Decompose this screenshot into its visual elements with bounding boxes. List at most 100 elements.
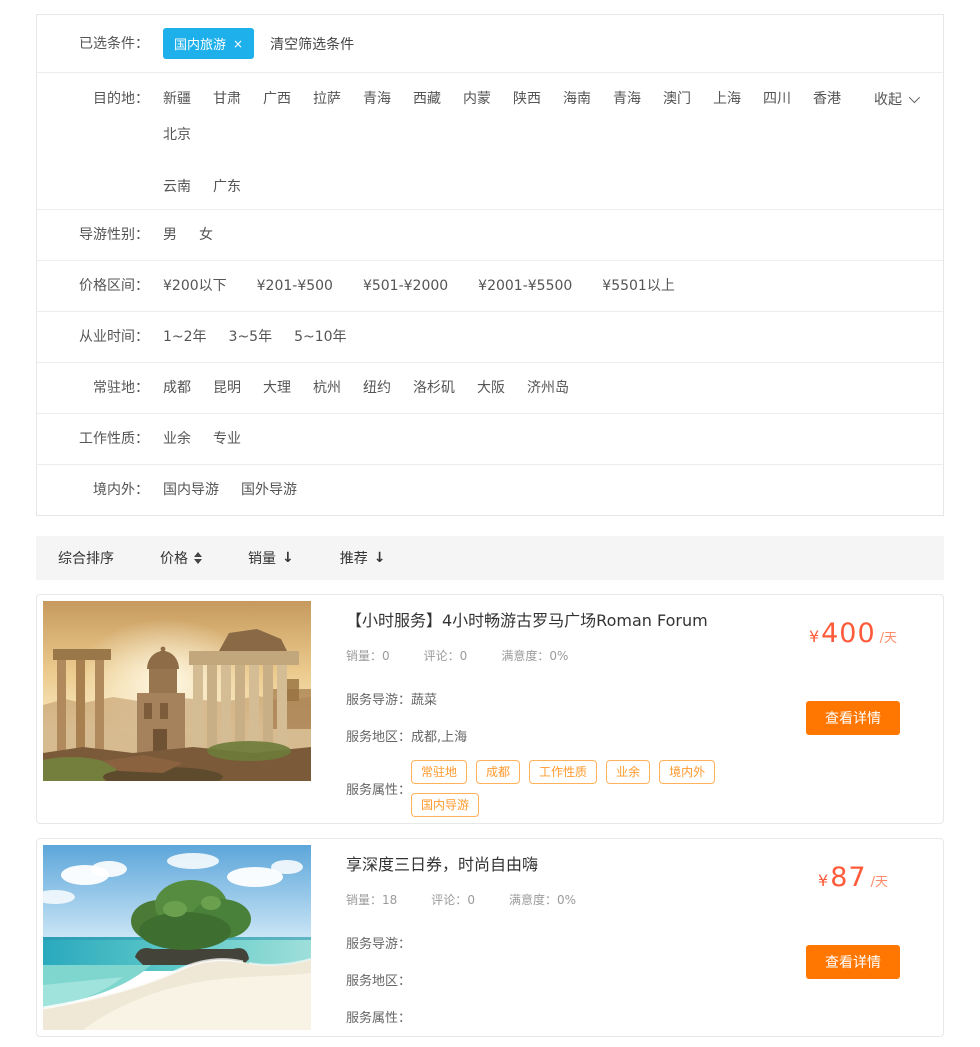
filter-row-destination: 目的地： 新疆 甘肃 广西 拉萨 青海 西藏 内蒙 陕西 海南 青海 澳门 上海… — [37, 73, 943, 210]
destination-option[interactable]: 西藏 — [413, 89, 441, 109]
remove-tag-icon[interactable]: × — [233, 38, 243, 50]
service-card: 【小时服务】4小时畅游古罗马广场Roman Forum 销量：0 评论：0 满意… — [36, 594, 944, 824]
scope-option[interactable]: 国外导游 — [241, 480, 297, 500]
filter-panel: 已选条件： 国内旅游 × 清空筛选条件 目的地： 新疆 甘肃 广西 拉萨 青海 … — [36, 14, 944, 516]
card-content: 享深度三日券，时尚自由嗨 销量：18 评论：0 满意度：0% 服务导游： 服务地… — [346, 845, 769, 1030]
nature-option[interactable]: 专业 — [213, 429, 241, 449]
destination-option[interactable]: 广东 — [213, 177, 241, 197]
price-value: 87 — [830, 862, 866, 893]
service-attrs-row: 服务属性： — [346, 1004, 769, 1028]
residence-option[interactable]: 大阪 — [477, 378, 505, 398]
attribute-tag: 工作性质 — [529, 760, 597, 784]
filter-row-residence: 常驻地： 成都 昆明 大理 杭州 纽约 洛杉矶 大阪 济州岛 — [37, 363, 943, 414]
price-option[interactable]: ¥201-¥500 — [257, 276, 333, 296]
destination-option[interactable]: 青海 — [363, 89, 391, 109]
service-guide-row: 服务导游： 蔬菜 — [346, 686, 769, 710]
destination-option[interactable]: 甘肃 — [213, 89, 241, 109]
destination-option[interactable]: 青海 — [613, 89, 641, 109]
scope-option[interactable]: 国内导游 — [163, 480, 219, 500]
experience-option[interactable]: 3~5年 — [229, 327, 273, 347]
view-details-button[interactable]: 查看详情 — [806, 701, 900, 735]
destination-option[interactable]: 云南 — [163, 177, 191, 197]
destination-option[interactable]: 澳门 — [663, 89, 691, 109]
residence-label: 常驻地： — [57, 378, 149, 398]
destination-option[interactable]: 陕西 — [513, 89, 541, 109]
experience-label: 从业时间： — [57, 327, 149, 347]
residence-option[interactable]: 纽约 — [363, 378, 391, 398]
service-area-row: 服务地区： 成都,上海 — [346, 723, 769, 747]
price: ¥ 400 /天 — [809, 618, 897, 649]
comments-stat: 评论：0 — [424, 647, 468, 664]
currency-symbol: ¥ — [818, 871, 828, 890]
filter-row-gender: 导游性别： 男 女 — [37, 210, 943, 261]
destination-option[interactable]: 海南 — [563, 89, 591, 109]
price-unit: /天 — [880, 627, 897, 646]
beach-island-image[interactable] — [43, 845, 311, 1030]
destination-option[interactable]: 上海 — [713, 89, 741, 109]
sort-comprehensive[interactable]: 综合排序 — [58, 548, 114, 568]
experience-option[interactable]: 5~10年 — [294, 327, 346, 347]
collapse-label: 收起 — [874, 89, 902, 109]
price-range-label: 价格区间： — [57, 276, 149, 296]
price-option[interactable]: ¥2001-¥5500 — [478, 276, 572, 296]
nature-option[interactable]: 业余 — [163, 429, 191, 449]
service-card: 享深度三日券，时尚自由嗨 销量：18 评论：0 满意度：0% 服务导游： 服务地… — [36, 838, 944, 1037]
filter-row-experience: 从业时间： 1~2年 3~5年 5~10年 — [37, 312, 943, 363]
destination-option[interactable]: 香港 — [813, 89, 841, 109]
residence-option[interactable]: 大理 — [263, 378, 291, 398]
sort-recommend[interactable]: 推荐 — [340, 548, 386, 568]
price-option[interactable]: ¥5501以上 — [602, 276, 675, 296]
card-price-column: ¥ 400 /天 查看详情 — [769, 601, 937, 817]
nature-options: 业余 专业 — [163, 429, 241, 449]
gender-option[interactable]: 女 — [199, 225, 213, 245]
destination-options: 新疆 甘肃 广西 拉萨 青海 西藏 内蒙 陕西 海南 青海 澳门 上海 四川 香… — [163, 89, 863, 197]
service-area-row: 服务地区： — [346, 967, 769, 991]
filter-row-price: 价格区间： ¥200以下 ¥201-¥500 ¥501-¥2000 ¥2001-… — [37, 261, 943, 312]
scope-label: 境内外： — [57, 480, 149, 500]
filter-row-nature: 工作性质： 业余 专业 — [37, 414, 943, 465]
selected-conditions-row: 已选条件： 国内旅游 × 清空筛选条件 — [37, 15, 943, 73]
service-area-label: 服务地区： — [346, 970, 411, 989]
selected-filter-tag[interactable]: 国内旅游 × — [163, 28, 254, 59]
price-option[interactable]: ¥200以下 — [163, 276, 227, 296]
price: ¥ 87 /天 — [818, 862, 888, 893]
price-value: 400 — [821, 618, 876, 649]
service-attrs-label: 服务属性： — [346, 1007, 411, 1026]
service-area-label: 服务地区： — [346, 726, 411, 745]
sort-price[interactable]: 价格 — [160, 548, 202, 568]
residence-option[interactable]: 成都 — [163, 378, 191, 398]
residence-option[interactable]: 洛杉矶 — [413, 378, 455, 398]
attribute-tag: 常驻地 — [411, 760, 467, 784]
service-guide-value: 蔬菜 — [411, 689, 437, 708]
residence-option[interactable]: 杭州 — [313, 378, 341, 398]
destination-option[interactable]: 拉萨 — [313, 89, 341, 109]
price-option[interactable]: ¥501-¥2000 — [363, 276, 448, 296]
gender-label: 导游性别： — [57, 225, 149, 245]
destination-option[interactable]: 四川 — [763, 89, 791, 109]
view-details-button[interactable]: 查看详情 — [806, 945, 900, 979]
roman-forum-image[interactable] — [43, 601, 311, 817]
price-unit: /天 — [871, 871, 888, 890]
selected-filter-tag-label: 国内旅游 — [174, 34, 226, 53]
sort-sales[interactable]: 销量 — [248, 548, 294, 568]
collapse-destinations-link[interactable]: 收起 — [874, 89, 917, 109]
destination-option[interactable]: 新疆 — [163, 89, 191, 109]
residence-option[interactable]: 昆明 — [213, 378, 241, 398]
experience-option[interactable]: 1~2年 — [163, 327, 207, 347]
currency-symbol: ¥ — [809, 627, 819, 646]
gender-option[interactable]: 男 — [163, 225, 177, 245]
sort-updown-icon — [194, 552, 202, 564]
clear-filters-link[interactable]: 清空筛选条件 — [270, 34, 354, 54]
sort-comprehensive-label: 综合排序 — [58, 548, 114, 568]
service-title[interactable]: 享深度三日券，时尚自由嗨 — [346, 854, 769, 876]
experience-options: 1~2年 3~5年 5~10年 — [163, 327, 347, 347]
destination-option[interactable]: 内蒙 — [463, 89, 491, 109]
results-page: 已选条件： 国内旅游 × 清空筛选条件 目的地： 新疆 甘肃 广西 拉萨 青海 … — [0, 0, 980, 1047]
destination-option[interactable]: 北京 — [163, 125, 191, 145]
sort-price-label: 价格 — [160, 548, 188, 568]
service-title[interactable]: 【小时服务】4小时畅游古罗马广场Roman Forum — [346, 610, 769, 632]
destination-option[interactable]: 广西 — [263, 89, 291, 109]
selected-conditions-label: 已选条件： — [57, 34, 149, 54]
residence-option[interactable]: 济州岛 — [527, 378, 569, 398]
price-options: ¥200以下 ¥201-¥500 ¥501-¥2000 ¥2001-¥5500 … — [163, 276, 675, 296]
